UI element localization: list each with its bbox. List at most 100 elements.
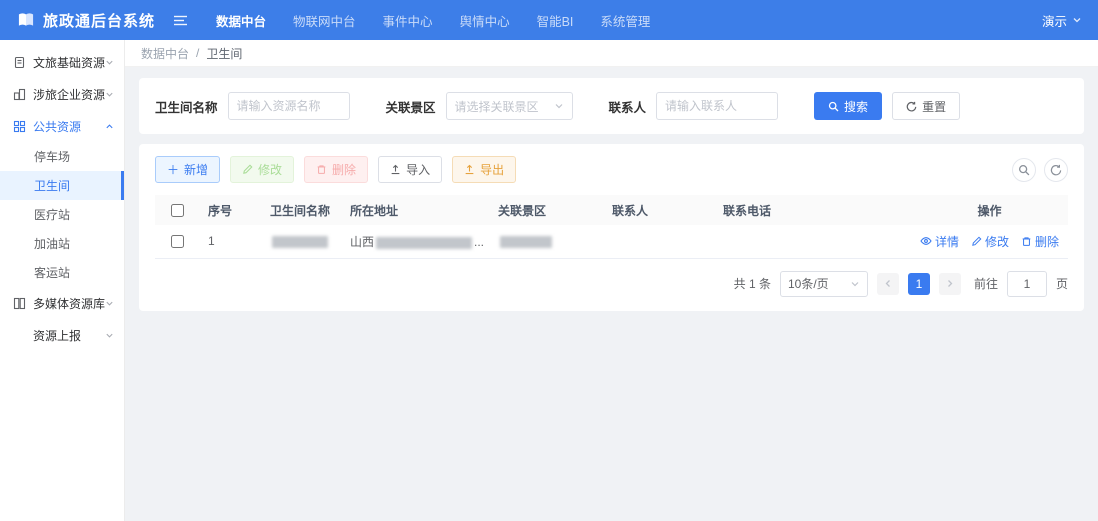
top-nav-iot-center[interactable]: 物联网中台 bbox=[293, 11, 356, 30]
breadcrumb-current: 卫生间 bbox=[206, 46, 243, 61]
document-icon bbox=[13, 56, 26, 69]
upload-icon bbox=[464, 164, 475, 175]
edit-icon bbox=[971, 236, 982, 247]
table-panel: ＋ 新增 修改 删除 导入 导出 序号 卫生间名称 所在地址 关联景区 联系人 … bbox=[139, 144, 1084, 311]
contact-input[interactable] bbox=[656, 92, 779, 120]
table-header-row: 序号 卫生间名称 所在地址 关联景区 联系人 联系电话 操作 bbox=[155, 195, 1068, 225]
sidebar-item-multimedia-resource-library[interactable]: 多媒体资源库 bbox=[0, 287, 124, 319]
trash-icon bbox=[316, 164, 327, 175]
breadcrumb: 数据中台 / 卫生间 bbox=[125, 40, 1098, 67]
upload-icon bbox=[390, 164, 401, 175]
sidebar-item-gas-station[interactable]: 加油站 bbox=[0, 229, 124, 258]
contact-field-group: 联系人 bbox=[609, 92, 779, 120]
prev-page-button[interactable] bbox=[876, 272, 899, 295]
column-header-phone: 联系电话 bbox=[715, 195, 911, 225]
column-header-seq: 序号 bbox=[200, 195, 262, 225]
column-header-actions: 操作 bbox=[911, 195, 1068, 225]
chevron-down-icon bbox=[105, 58, 114, 67]
edit-icon bbox=[242, 164, 253, 175]
sidebar: 文旅基础资源 涉旅企业资源 公共资源 停车场 卫生间 医疗站 加油站 客运站 多… bbox=[0, 40, 125, 521]
delete-link[interactable]: 删除 bbox=[1021, 233, 1059, 250]
sidebar-item-label: 资源上报 bbox=[33, 328, 82, 343]
search-button[interactable]: 搜索 bbox=[814, 92, 883, 120]
cell-contact bbox=[604, 225, 715, 259]
top-nav-system-management[interactable]: 系统管理 bbox=[600, 11, 650, 30]
chevron-down-icon bbox=[105, 90, 114, 99]
sidebar-item-tourism-enterprise-resources[interactable]: 涉旅企业资源 bbox=[0, 78, 124, 110]
sidebar-item-passenger-station[interactable]: 客运站 bbox=[0, 258, 124, 287]
refresh-icon bbox=[906, 101, 917, 112]
pagination-total: 共 1 条 bbox=[733, 277, 771, 291]
sidebar-item-medical-station[interactable]: 医疗站 bbox=[0, 200, 124, 229]
contact-label: 联系人 bbox=[608, 100, 647, 115]
app-window: 旅政通后台系统 数据中台 物联网中台 事件中心 舆情中心 智能BI 系统管理 演… bbox=[0, 0, 1098, 521]
cell-address: 山西... bbox=[342, 225, 490, 259]
user-name: 演示 bbox=[1041, 14, 1067, 29]
sidebar-item-label: 多媒体资源库 bbox=[33, 296, 106, 311]
eye-icon bbox=[920, 235, 932, 247]
column-header-contact: 联系人 bbox=[604, 195, 715, 225]
column-header-address: 所在地址 bbox=[342, 195, 490, 225]
page-unit-label: 页 bbox=[1055, 277, 1068, 291]
column-header-name: 卫生间名称 bbox=[262, 195, 342, 225]
sidebar-item-public-resources[interactable]: 公共资源 bbox=[0, 110, 124, 142]
toilet-name-label: 卫生间名称 bbox=[155, 100, 218, 115]
delete-button[interactable]: 删除 bbox=[304, 156, 369, 183]
select-all-checkbox[interactable] bbox=[171, 204, 184, 218]
data-table: 序号 卫生间名称 所在地址 关联景区 联系人 联系电话 操作 1 山西 ... … bbox=[155, 195, 1068, 259]
import-button[interactable]: 导入 bbox=[378, 156, 443, 183]
goto-page-input[interactable] bbox=[1006, 270, 1047, 297]
reset-button[interactable]: 重置 bbox=[892, 92, 961, 120]
export-button[interactable]: 导出 bbox=[452, 156, 517, 183]
trash-icon bbox=[1021, 236, 1032, 247]
scenic-area-select[interactable]: 请选择关联景区 bbox=[445, 92, 573, 120]
sidebar-item-toilet[interactable]: 卫生间 bbox=[0, 171, 124, 200]
chevron-down-icon bbox=[554, 101, 564, 111]
plus-icon: ＋ bbox=[167, 163, 180, 177]
edit-button[interactable]: 修改 bbox=[230, 156, 295, 183]
table-search-icon[interactable] bbox=[1012, 157, 1036, 182]
sidebar-item-resource-report[interactable]: 资源上报 bbox=[0, 319, 124, 351]
add-button[interactable]: ＋ 新增 bbox=[155, 156, 221, 183]
chevron-down-icon bbox=[105, 331, 114, 340]
main-area: 数据中台 / 卫生间 卫生间名称 关联景区 请选择关联景区 bbox=[125, 40, 1098, 521]
chevron-down-icon bbox=[105, 299, 114, 308]
table-row: 1 山西... 详情 修改 删除 bbox=[155, 225, 1068, 259]
page-number-1[interactable]: 1 bbox=[907, 272, 930, 295]
breadcrumb-root[interactable]: 数据中台 bbox=[141, 45, 189, 62]
top-nav-smart-bi[interactable]: 智能BI bbox=[537, 11, 574, 30]
chevron-down-icon bbox=[850, 279, 860, 289]
top-nav-event-center[interactable]: 事件中心 bbox=[383, 11, 433, 30]
toolbar-right-icons bbox=[1012, 157, 1068, 182]
column-header-scenic: 关联景区 bbox=[490, 195, 604, 225]
sidebar-item-label: 公共资源 bbox=[33, 119, 82, 134]
chevron-down-icon bbox=[1072, 15, 1082, 25]
app-logo-icon bbox=[16, 10, 36, 30]
user-menu[interactable]: 演示 bbox=[1042, 11, 1082, 30]
goto-label: 前往 bbox=[973, 277, 998, 291]
row-checkbox[interactable] bbox=[171, 235, 184, 249]
cell-name-redacted bbox=[262, 225, 342, 259]
edit-link[interactable]: 修改 bbox=[971, 233, 1009, 250]
detail-link[interactable]: 详情 bbox=[920, 233, 959, 250]
breadcrumb-separator: / bbox=[196, 46, 200, 60]
search-icon bbox=[828, 101, 839, 112]
table-toolbar: ＋ 新增 修改 删除 导入 导出 bbox=[155, 156, 1068, 183]
sidebar-collapse-icon[interactable] bbox=[173, 14, 188, 27]
sidebar-item-label: 涉旅企业资源 bbox=[33, 87, 106, 102]
cell-phone bbox=[715, 225, 911, 259]
sidebar-item-culture-base-resources[interactable]: 文旅基础资源 bbox=[0, 46, 124, 78]
page-size-select[interactable]: 10条/页 bbox=[779, 270, 868, 297]
toilet-name-input[interactable] bbox=[227, 92, 350, 120]
top-nav-data-center[interactable]: 数据中台 bbox=[216, 11, 266, 30]
search-panel: 卫生间名称 关联景区 请选择关联景区 联系人 bbox=[139, 78, 1084, 134]
next-page-button[interactable] bbox=[938, 272, 961, 295]
top-nav: 数据中台 物联网中台 事件中心 舆情中心 智能BI 系统管理 bbox=[216, 11, 650, 30]
building-icon bbox=[13, 88, 26, 101]
chevron-up-icon bbox=[105, 122, 114, 131]
top-nav-opinion-center[interactable]: 舆情中心 bbox=[460, 11, 510, 30]
scenic-area-field-group: 关联景区 请选择关联景区 bbox=[386, 92, 573, 120]
scenic-area-label: 关联景区 bbox=[385, 100, 436, 115]
table-refresh-icon[interactable] bbox=[1044, 157, 1068, 182]
sidebar-item-parking-lot[interactable]: 停车场 bbox=[0, 142, 124, 171]
